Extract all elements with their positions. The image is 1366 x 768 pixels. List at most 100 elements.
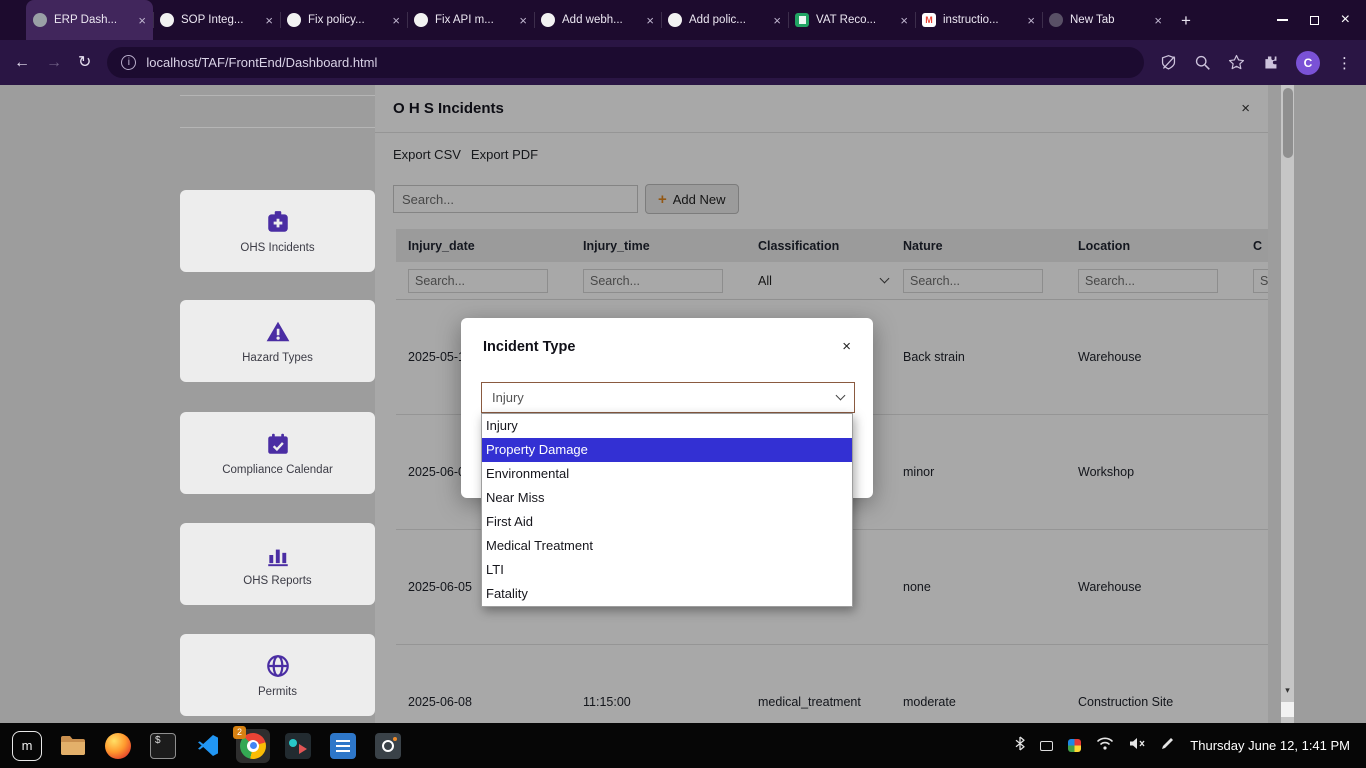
scroll-down-button[interactable]: ▾ [1281, 683, 1294, 697]
taskbar: 2 [0, 723, 1366, 768]
address-bar[interactable]: i localhost/TAF/FrontEnd/Dashboard.html [107, 47, 1144, 78]
notification-badge: 2 [233, 726, 246, 739]
incident-type-select[interactable]: Injury [481, 382, 855, 413]
tracking-protection-icon[interactable] [1160, 54, 1177, 71]
card-label: Hazard Types [242, 352, 313, 364]
bookmark-star-icon[interactable] [1228, 54, 1245, 71]
globe-icon [33, 13, 47, 27]
tab-vat-reconciliation[interactable]: VAT Reco... × [788, 0, 915, 40]
option-first-aid[interactable]: First Aid [482, 510, 852, 534]
dock-vscode[interactable] [191, 729, 225, 763]
dock-screenshot-tool[interactable] [371, 729, 405, 763]
option-medical-treatment[interactable]: Medical Treatment [482, 534, 852, 558]
reload-button[interactable]: ↻ [78, 55, 91, 71]
gmail-icon [922, 13, 936, 27]
close-icon[interactable]: × [900, 13, 908, 28]
browser-toolbar: ← → ↻ i localhost/TAF/FrontEnd/Dashboard… [0, 40, 1366, 85]
scrollbar-thumb[interactable] [1283, 88, 1293, 158]
selected-value: Injury [492, 390, 524, 405]
card-label: Compliance Calendar [222, 464, 333, 476]
close-icon[interactable]: × [265, 13, 273, 28]
extensions-puzzle-icon[interactable] [1262, 54, 1279, 71]
option-property-damage[interactable]: Property Damage [482, 438, 852, 462]
option-lti[interactable]: LTI [482, 558, 852, 582]
close-icon[interactable]: × [392, 13, 400, 28]
tab-title: instructio... [943, 14, 1020, 26]
tab-title: Add polic... [689, 14, 766, 26]
dock: 2 [56, 729, 405, 763]
tab-add-webhook[interactable]: Add webh... × [534, 0, 661, 40]
dock-files[interactable] [56, 729, 90, 763]
back-button[interactable]: ← [14, 55, 30, 71]
first-aid-icon [265, 209, 291, 235]
sidebar-card-hazard-types[interactable]: Hazard Types [180, 300, 375, 382]
tab-new-tab[interactable]: New Tab × [1042, 0, 1169, 40]
maximize-button[interactable] [1310, 16, 1319, 25]
dock-writer[interactable] [326, 729, 360, 763]
dock-chrome[interactable]: 2 [236, 729, 270, 763]
bluetooth-icon[interactable] [1015, 736, 1025, 756]
forward-button[interactable]: → [46, 55, 62, 71]
card-label: OHS Incidents [240, 242, 314, 254]
maximize-icon [1310, 16, 1319, 25]
dock-media-editor[interactable] [281, 729, 315, 763]
tab-erp-dashboard[interactable]: ERP Dash... × [26, 0, 153, 40]
github-icon [668, 13, 682, 27]
close-icon[interactable]: × [1027, 13, 1035, 28]
new-tab-button[interactable]: + [1181, 12, 1191, 29]
divider [180, 127, 375, 128]
option-environmental[interactable]: Environmental [482, 462, 852, 486]
modal-header: Incident Type × [461, 318, 873, 355]
tab-fix-api[interactable]: Fix API m... × [407, 0, 534, 40]
tab-title: SOP Integ... [181, 14, 258, 26]
vscode-icon [196, 733, 220, 758]
browser-menu-icon[interactable]: ⋮ [1337, 54, 1352, 72]
sidebar-card-compliance-calendar[interactable]: Compliance Calendar [180, 412, 375, 494]
close-icon[interactable]: × [842, 338, 851, 355]
document-app-icon [330, 733, 356, 759]
option-injury[interactable]: Injury [482, 414, 852, 438]
sidebar-card-ohs-incidents[interactable]: OHS Incidents [180, 190, 375, 272]
system-tray [1015, 736, 1174, 756]
globe-grid-icon [265, 653, 291, 679]
color-input-icon[interactable] [1068, 739, 1081, 752]
white-dot-icon [541, 13, 555, 27]
dock-firefox[interactable] [101, 729, 135, 763]
volume-muted-icon[interactable] [1129, 737, 1146, 755]
tab-sop-integration[interactable]: SOP Integ... × [153, 0, 280, 40]
close-icon[interactable]: × [773, 13, 781, 28]
wifi-icon[interactable] [1096, 737, 1114, 755]
close-icon[interactable]: × [519, 13, 527, 28]
dock-terminal[interactable] [146, 729, 180, 763]
close-icon[interactable]: × [1154, 13, 1162, 28]
stylus-icon[interactable] [1161, 737, 1174, 755]
white-dot-icon [160, 13, 174, 27]
option-near-miss[interactable]: Near Miss [482, 486, 852, 510]
url-text[interactable]: localhost/TAF/FrontEnd/Dashboard.html [146, 55, 377, 70]
card-label: OHS Reports [243, 575, 311, 587]
modal-title: Incident Type [483, 339, 575, 355]
profile-avatar[interactable]: C [1296, 51, 1320, 75]
tab-fix-policy[interactable]: Fix policy... × [280, 0, 407, 40]
bar-chart-icon [265, 542, 291, 568]
app-launcher-icon[interactable] [12, 731, 42, 761]
close-icon[interactable]: × [138, 13, 146, 28]
close-window-button[interactable]: × [1341, 12, 1350, 28]
zoom-icon[interactable] [1194, 54, 1211, 71]
close-icon[interactable]: × [646, 13, 654, 28]
site-info-icon[interactable]: i [121, 55, 136, 70]
sidebar-card-ohs-reports[interactable]: OHS Reports [180, 523, 375, 605]
sidebar-card-permits[interactable]: Permits [180, 634, 375, 716]
toolbar-actions: C ⋮ [1160, 51, 1352, 75]
minimize-button[interactable] [1277, 19, 1288, 21]
vertical-scrollbar[interactable]: ▾ [1281, 85, 1294, 723]
tab-instructions[interactable]: instructio... × [915, 0, 1042, 40]
tab-title: Fix policy... [308, 14, 385, 26]
tab-add-policy[interactable]: Add polic... × [661, 0, 788, 40]
tab-title: New Tab [1070, 14, 1147, 26]
minimize-icon [1277, 19, 1288, 21]
device-icon[interactable] [1040, 741, 1053, 751]
card-label: Permits [258, 686, 297, 698]
clock[interactable]: Thursday June 12, 1:41 PM [1190, 738, 1350, 753]
option-fatality[interactable]: Fatality [482, 582, 852, 606]
